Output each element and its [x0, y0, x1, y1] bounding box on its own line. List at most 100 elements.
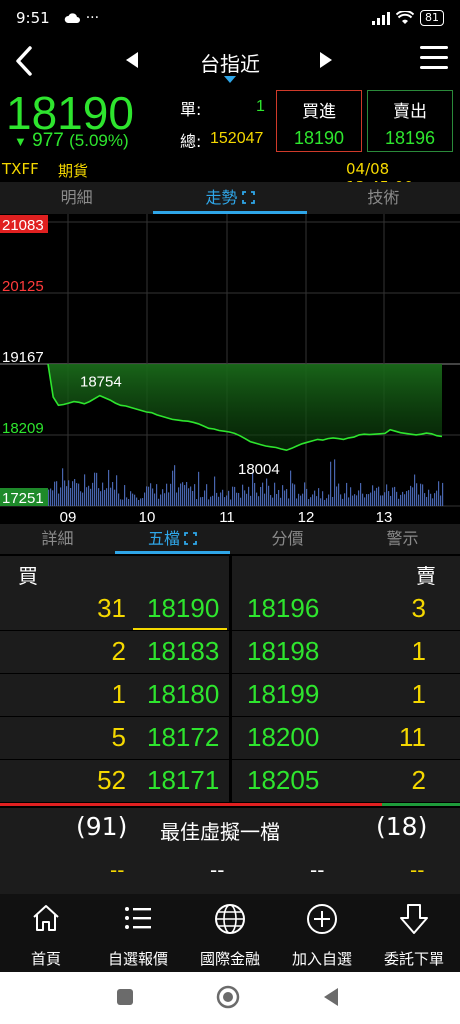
volume-bar: [206, 484, 208, 506]
volume-bar: [214, 476, 216, 506]
volume-bar: [108, 469, 110, 506]
nav-international[interactable]: 國際金融: [184, 894, 276, 972]
nav-add-watchlist[interactable]: 加入自選: [276, 894, 368, 972]
recent-apps-icon[interactable]: [116, 988, 134, 1006]
volume-bar: [72, 481, 74, 506]
tab-trend[interactable]: 走勢: [153, 182, 307, 214]
back-triangle-icon[interactable]: [322, 987, 340, 1007]
volume-bar: [278, 489, 280, 506]
price-change: ▼ 977 (5.09%): [14, 130, 129, 152]
volume-bar: [428, 489, 430, 506]
volume-bar: [414, 474, 416, 506]
bottom-navigation: 首頁 自選報價 國際金融 加入自選 委託下單: [0, 894, 460, 972]
ask-price: 18205: [247, 765, 320, 795]
bid-price: 18171: [147, 765, 220, 795]
back-icon[interactable]: [8, 42, 42, 80]
volume-bar: [272, 497, 274, 506]
system-navigation-bar: [0, 972, 460, 1024]
wifi-icon: [396, 11, 414, 24]
tab-label: 警示: [386, 529, 419, 548]
volume-bar: [134, 494, 136, 506]
volume-bar: [182, 482, 184, 506]
page-title[interactable]: 台指近: [150, 48, 310, 77]
volume-bar: [266, 478, 268, 506]
status-time: 9:51: [16, 9, 50, 27]
volume-bar: [282, 485, 284, 506]
add-circle-icon: [307, 904, 337, 934]
tab-technical[interactable]: 技術: [307, 182, 460, 214]
previous-icon[interactable]: [124, 50, 140, 70]
volume-bar: [400, 494, 402, 506]
ask-ratio-bar: [381, 803, 460, 806]
volume-bar: [216, 492, 218, 506]
bid-button[interactable]: 買進 18190: [276, 90, 362, 152]
order-arrow-icon: [400, 904, 428, 934]
volume-bar: [150, 483, 152, 506]
expand-icon[interactable]: [241, 191, 255, 204]
volume-bar: [238, 492, 240, 506]
home-circle-icon[interactable]: [216, 985, 240, 1009]
y-axis-label: 17251: [2, 490, 44, 507]
volume-bar: [86, 487, 88, 506]
volume-bar: [436, 490, 438, 506]
volume-bar: [166, 483, 168, 506]
expand-icon[interactable]: [184, 532, 197, 545]
single-volume-label: 單:: [180, 100, 202, 119]
chart-canvas: 21083 20125 19167 18209 17251 09 10 11 12 13 18754…: [0, 214, 460, 524]
nav-home[interactable]: 首頁: [0, 894, 92, 972]
volume-bar: [222, 489, 224, 506]
volume-bar: [324, 499, 326, 506]
list-icon: [125, 907, 151, 929]
title-dropdown-caret-icon[interactable]: [224, 76, 236, 83]
volume-bar: [352, 495, 354, 506]
volume-bar: [280, 497, 282, 506]
nav-label: 委託下單: [383, 950, 444, 968]
price-annotation: 18754: [80, 374, 122, 391]
cloud-icon: [64, 13, 80, 23]
volume-bar: [406, 491, 408, 506]
volume-bar: [288, 498, 290, 506]
volume-bar: [388, 491, 390, 506]
x-tick-label: 09: [60, 509, 77, 524]
ask-quantity: 11: [399, 722, 426, 752]
tab-alerts[interactable]: 警示: [345, 524, 460, 554]
volume-bar: [226, 495, 228, 506]
volume-bar: [308, 499, 310, 506]
ask-price: 18196: [247, 593, 320, 623]
volume-bar: [334, 459, 336, 506]
volume-bar: [198, 471, 200, 506]
ask-button[interactable]: 賣出 18196: [367, 90, 453, 152]
nav-label: 國際金融: [199, 950, 260, 968]
intraday-chart[interactable]: 21083 20125 19167 18209 17251 09 10 11 12 13 18754…: [0, 214, 460, 524]
nav-label: 加入自選: [291, 950, 352, 968]
tab-five-levels[interactable]: 五檔: [115, 524, 230, 554]
signal-icon: [372, 11, 390, 25]
nav-watchlist-quotes[interactable]: 自選報價: [92, 894, 184, 972]
volume-bar: [302, 493, 304, 506]
best-bid-underline: [133, 628, 227, 630]
volume-bar: [264, 493, 266, 506]
volume-bar: [296, 498, 298, 506]
ask-total: (18): [376, 812, 428, 841]
volume-bar: [188, 488, 190, 506]
volume-bar: [342, 498, 344, 506]
tab-details[interactable]: 詳細: [0, 524, 115, 554]
volume-bar: [124, 485, 126, 506]
volume-bar: [128, 499, 130, 506]
volume-bar: [298, 493, 300, 506]
next-icon[interactable]: [318, 50, 334, 70]
buy-label: 買: [18, 564, 38, 588]
volume-bar: [270, 495, 272, 506]
battery-indicator: 81: [420, 10, 444, 26]
volume-bar: [218, 496, 220, 506]
volume-bar: [66, 486, 68, 506]
nav-place-order[interactable]: 委託下單: [368, 894, 460, 972]
bid-price: 18172: [147, 722, 220, 752]
tab-detail[interactable]: 明細: [0, 182, 153, 214]
menu-icon[interactable]: [420, 46, 448, 72]
total-volume-value: 152047: [210, 130, 264, 147]
tab-price-volume[interactable]: 分價: [230, 524, 345, 554]
tab-label: 五檔: [147, 529, 180, 548]
volume-bar: [78, 483, 80, 506]
volume-bar: [322, 491, 324, 506]
